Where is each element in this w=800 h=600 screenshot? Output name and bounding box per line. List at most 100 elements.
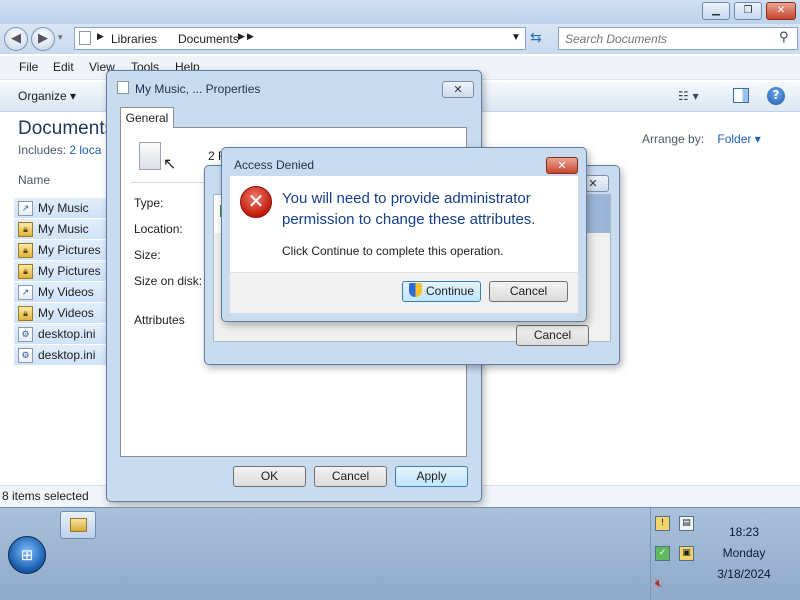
- properties-title: My Music, ... Properties: [135, 82, 261, 96]
- list-item[interactable]: ⚙ desktop.ini: [14, 345, 106, 366]
- lock-icon: 🔒︎: [18, 264, 33, 279]
- search-box[interactable]: ⚲: [558, 27, 798, 50]
- arrange-by: Arrange by: Folder ▾: [642, 132, 761, 146]
- file-name: My Pictures: [38, 243, 101, 257]
- library-title: Documents: [18, 118, 115, 139]
- clock-date: 3/18/2024: [717, 567, 771, 581]
- maximize-button[interactable]: ❐: [734, 2, 762, 20]
- file-name: My Videos: [38, 306, 94, 320]
- clock-time: 18:23: [728, 525, 760, 539]
- search-input[interactable]: [565, 30, 765, 47]
- list-item[interactable]: ↗ My Music: [14, 198, 106, 219]
- list-item[interactable]: ⚙ desktop.ini: [14, 324, 106, 345]
- tab-general[interactable]: General: [120, 107, 174, 128]
- start-button[interactable]: ⊞: [8, 536, 46, 574]
- address-bar[interactable]: ▶ Libraries ▶ Documents ▶ ▼: [74, 27, 526, 50]
- security-alert-icon[interactable]: !: [655, 516, 670, 531]
- file-name: My Music: [38, 222, 89, 236]
- access-denied-title: Access Denied: [234, 158, 315, 172]
- lock-icon: 🔒︎: [18, 306, 33, 321]
- list-item[interactable]: 🔒︎ My Pictures: [14, 240, 106, 261]
- list-item[interactable]: 🔒︎ My Music: [14, 219, 106, 240]
- taskbar-explorer-button[interactable]: [60, 511, 96, 539]
- list-item[interactable]: ↗ My Videos: [14, 282, 106, 303]
- document-icon: [117, 81, 129, 94]
- search-icon[interactable]: ⚲: [779, 30, 789, 45]
- breadcrumb-separator-icon: ▶: [247, 31, 254, 41]
- breadcrumb-separator-icon: ▶: [97, 31, 104, 41]
- taskbar: ⊞ ! ▤ ✓ ▣ 🔇︎ 18:23 Monday 3/18/2024: [0, 507, 800, 600]
- help-icon[interactable]: ?: [767, 87, 785, 105]
- apply-button[interactable]: Apply: [395, 466, 468, 487]
- cancel-button[interactable]: Cancel: [314, 466, 387, 487]
- settings-file-icon: ⚙: [18, 327, 33, 342]
- access-denied-body: ✕ You will need to provide administrator…: [230, 176, 578, 272]
- attributes-label: Attributes: [134, 313, 185, 327]
- list-item[interactable]: 🔒︎ My Videos: [14, 303, 106, 324]
- folder-icon: [70, 518, 87, 532]
- breadcrumb-separator-icon: ▶: [238, 31, 245, 41]
- arrange-label: Arrange by:: [642, 132, 705, 146]
- shortcut-icon: ↗: [18, 285, 33, 300]
- type-label: Type:: [134, 196, 164, 210]
- menu-edit[interactable]: Edit: [53, 60, 74, 74]
- clock-day: Monday: [722, 546, 766, 560]
- settings-file-icon: ⚙: [18, 348, 33, 363]
- preview-pane-icon[interactable]: [733, 88, 749, 103]
- access-denied-footer: Continue Cancel: [230, 272, 578, 313]
- lock-icon: 🔒︎: [18, 243, 33, 258]
- file-name: My Videos: [38, 285, 94, 299]
- includes-label: Includes:: [18, 143, 67, 157]
- forward-button[interactable]: ▶: [31, 27, 55, 51]
- main-message: You will need to provide administrator p…: [282, 190, 536, 228]
- multiple-files-icon: [139, 142, 161, 170]
- device-icon[interactable]: ▣: [679, 546, 694, 561]
- volume-muted-icon[interactable]: 🔇︎: [655, 576, 663, 591]
- access-denied-close-button[interactable]: ✕: [546, 157, 578, 174]
- status-text: 8 items selected: [2, 489, 89, 503]
- address-row: ◀ ▶ ▾ ▶ Libraries ▶ Documents ▶ ▼ ⇆ ⚲: [0, 24, 800, 54]
- access-denied-dialog: Access Denied ✕ ✕ You will need to provi…: [221, 147, 587, 322]
- cancel-button[interactable]: Cancel: [489, 281, 568, 302]
- organize-button[interactable]: Organize ▾: [18, 89, 76, 103]
- view-options-icon[interactable]: ☷ ▾: [678, 89, 699, 103]
- file-name: desktop.ini: [38, 348, 96, 362]
- properties-close-button[interactable]: ✕: [442, 81, 474, 98]
- close-button[interactable]: ✕: [766, 2, 796, 20]
- tray-separator: [650, 508, 651, 600]
- breadcrumb-libraries[interactable]: Libraries: [111, 32, 157, 46]
- back-button[interactable]: ◀: [4, 27, 28, 51]
- size-on-disk-label: Size on disk:: [134, 274, 203, 288]
- address-dropdown-icon[interactable]: ▼: [511, 32, 521, 43]
- continue-label: Continue: [425, 284, 475, 298]
- breadcrumb-documents[interactable]: Documents: [178, 32, 239, 46]
- size-label: Size:: [134, 248, 161, 262]
- list-item[interactable]: 🔒︎ My Pictures: [14, 261, 106, 282]
- library-icon: [79, 31, 91, 45]
- clock[interactable]: 18:23 Monday 3/18/2024: [700, 522, 788, 585]
- includes-locations-link[interactable]: 2 loca: [69, 143, 101, 157]
- shortcut-icon: ↗: [18, 201, 33, 216]
- column-header-name[interactable]: Name: [18, 173, 50, 187]
- refresh-icon[interactable]: ⇆: [530, 30, 542, 46]
- organize-label: Organize: [18, 89, 67, 103]
- ok-button[interactable]: OK: [233, 466, 306, 487]
- action-center-icon[interactable]: ✓: [655, 546, 670, 561]
- menu-file[interactable]: File: [19, 60, 38, 74]
- uac-shield-icon: [408, 283, 422, 297]
- error-icon: ✕: [240, 186, 272, 218]
- sub-message: Click Continue to complete this operatio…: [282, 244, 504, 258]
- cancel-button[interactable]: Cancel: [516, 325, 589, 346]
- library-includes: Includes: 2 loca: [18, 143, 101, 157]
- file-name: My Music: [38, 201, 89, 215]
- file-name: My Pictures: [38, 264, 101, 278]
- location-label: Location:: [134, 222, 183, 236]
- continue-button[interactable]: Continue: [402, 281, 481, 302]
- minimize-button[interactable]: ▁: [702, 2, 730, 20]
- recent-pages-icon[interactable]: ▾: [58, 33, 63, 43]
- arrange-dropdown[interactable]: Folder ▾: [717, 132, 760, 146]
- file-name: desktop.ini: [38, 327, 96, 341]
- network-icon[interactable]: ▤: [679, 516, 694, 531]
- title-bar: ▁ ❐ ✕: [0, 0, 800, 24]
- file-list: ↗ My Music 🔒︎ My Music 🔒︎ My Pictures 🔒︎ My …: [14, 198, 106, 366]
